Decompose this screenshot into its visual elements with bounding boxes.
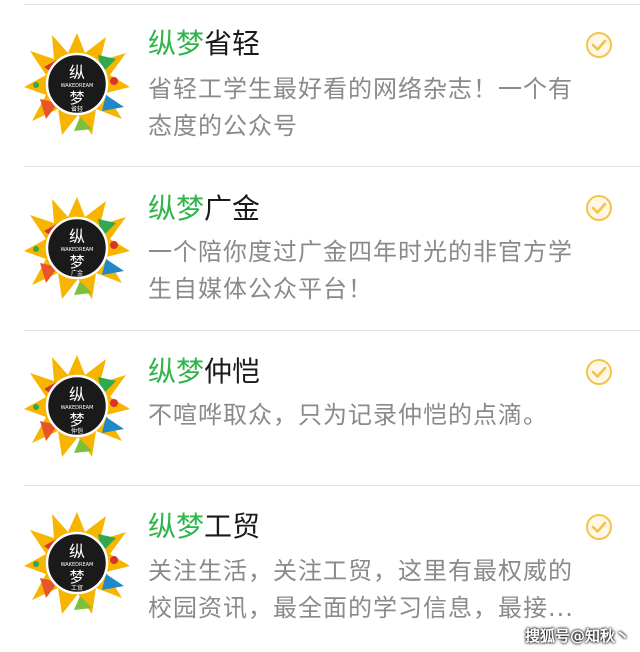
avatar-badge-text: 工贸 xyxy=(71,584,83,592)
account-row-gongmao[interactable]: 纵 WAKEDREAM 梦 工贸 纵梦工贸 关注生活，关注工贸，这里有最权威的 … xyxy=(0,486,640,646)
account-avatar-icon: 纵 WAKEDREAM 梦 工贸 xyxy=(24,512,130,614)
account-avatar-icon: 纵 WAKEDREAM 梦 省轻 xyxy=(24,33,130,135)
svg-text:纵: 纵 xyxy=(69,385,85,404)
account-row-guangjin[interactable]: 纵 WAKEDREAM 梦 广金 纵梦广金 一个陪你度过广金四年时光的非官方学 … xyxy=(0,167,640,329)
account-brand: 纵梦 xyxy=(148,510,205,543)
account-campus: 广金 xyxy=(204,192,261,225)
account-name: 纵梦广金 xyxy=(148,192,260,226)
check-circle-icon xyxy=(586,195,612,221)
svg-text:梦: 梦 xyxy=(69,253,84,271)
check-circle-icon xyxy=(586,514,612,540)
check-circle-icon xyxy=(586,32,612,58)
avatar-badge-text: 省轻 xyxy=(71,105,83,113)
account-avatar-icon: 纵 WAKEDREAM 梦 广金 xyxy=(24,197,130,299)
account-brand: 纵梦 xyxy=(148,355,205,388)
description-line: 校园资讯，最全面的学习信息，最接... xyxy=(148,594,574,622)
description-line: 关注生活，关注工贸，这里有最权威的 xyxy=(148,557,573,585)
account-description: 省轻工学生最好看的网络杂志！一个有 态度的公众号 xyxy=(148,71,608,145)
svg-text:梦: 梦 xyxy=(69,411,84,429)
svg-text:纵: 纵 xyxy=(69,227,85,246)
description-line: 一个陪你度过广金四年时光的非官方学 xyxy=(148,238,573,266)
svg-text:梦: 梦 xyxy=(69,89,84,107)
description-line: 态度的公众号 xyxy=(148,112,298,140)
svg-text:纵: 纵 xyxy=(69,63,85,82)
account-row-shengqing[interactable]: 纵 WAKEDREAM 梦 省轻 纵梦省轻 省轻工学生最好看的网络杂志！一个有 … xyxy=(0,5,640,165)
avatar-badge-text: 广金 xyxy=(71,269,83,277)
account-name: 纵梦工贸 xyxy=(148,510,260,544)
account-description: 关注生活，关注工贸，这里有最权威的 校园资讯，最全面的学习信息，最接... xyxy=(148,553,608,627)
subscription-list-screen: 纵 WAKEDREAM 梦 省轻 纵梦省轻 省轻工学生最好看的网络杂志！一个有 … xyxy=(0,0,640,652)
account-row-zhongkai[interactable]: 纵 WAKEDREAM 梦 仲恺 纵梦仲恺 不喧哗取众，只为记录仲恺的点滴。 xyxy=(0,331,640,484)
account-description: 不喧哗取众，只为记录仲恺的点滴。 xyxy=(148,397,608,434)
account-name: 纵梦仲恺 xyxy=(148,355,260,389)
check-circle-icon xyxy=(586,359,612,385)
svg-text:纵: 纵 xyxy=(69,542,85,561)
account-brand: 纵梦 xyxy=(148,27,205,60)
account-name: 纵梦省轻 xyxy=(148,27,260,61)
account-campus: 仲恺 xyxy=(204,355,261,388)
description-line: 省轻工学生最好看的网络杂志！一个有 xyxy=(148,75,573,103)
account-avatar-icon: 纵 WAKEDREAM 梦 仲恺 xyxy=(24,355,130,457)
svg-text:梦: 梦 xyxy=(69,568,84,586)
account-description: 一个陪你度过广金四年时光的非官方学 生自媒体公众平台！ xyxy=(148,234,608,308)
description-line: 生自媒体公众平台！ xyxy=(148,275,373,303)
account-campus: 省轻 xyxy=(204,27,261,60)
account-list: 纵 WAKEDREAM 梦 省轻 纵梦省轻 省轻工学生最好看的网络杂志！一个有 … xyxy=(0,0,640,652)
avatar-badge-text: 仲恺 xyxy=(71,427,83,435)
account-brand: 纵梦 xyxy=(148,192,205,225)
source-watermark: 搜狐号@知秋丶 xyxy=(524,627,630,645)
description-line: 不喧哗取众，只为记录仲恺的点滴。 xyxy=(148,401,548,429)
account-campus: 工贸 xyxy=(204,510,261,543)
